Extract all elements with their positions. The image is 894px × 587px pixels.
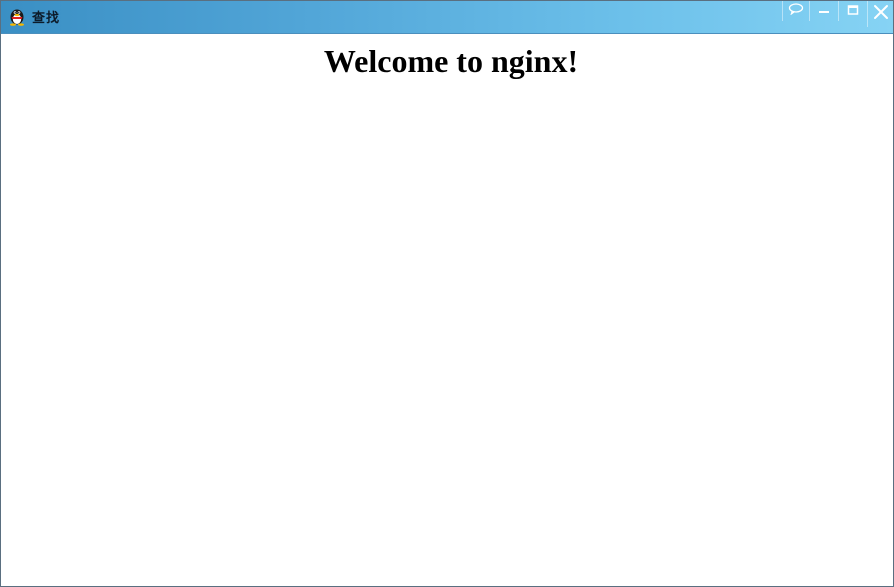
page-content: Welcome to nginx! [1,34,893,586]
penguin-icon [8,6,26,26]
minimize-button[interactable] [809,1,838,21]
title-bar[interactable]: 查找 [1,1,893,34]
minimize-icon [818,2,830,20]
browser-window: 查找 Welcome to nginx! [0,0,894,587]
speech-bubble-icon [788,2,804,20]
page-heading: Welcome to nginx! [323,43,579,79]
maximize-icon [847,2,859,20]
maximize-button[interactable] [838,1,867,21]
window-title: 查找 [32,11,61,26]
close-button[interactable] [867,1,893,27]
close-icon [873,4,889,25]
feedback-button[interactable] [782,1,809,21]
